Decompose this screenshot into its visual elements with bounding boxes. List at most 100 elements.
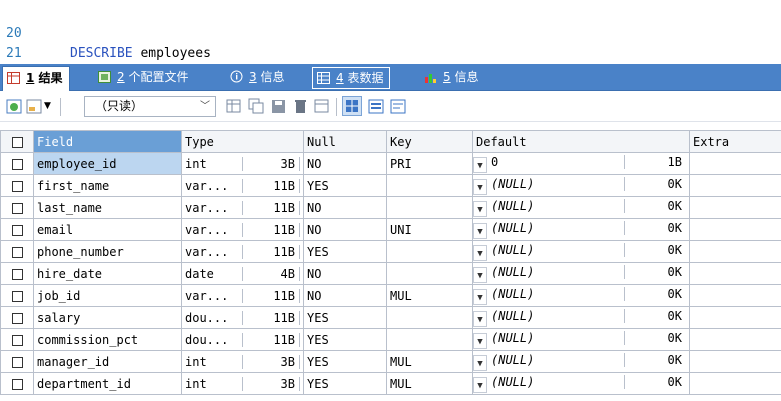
table-row[interactable]: hire_date date 4B NO ▼ (NULL) 0K [0, 262, 781, 285]
chevron-down-icon[interactable]: ▼ [473, 354, 487, 371]
cell-default[interactable]: ▼ (NULL) 0K [472, 218, 690, 241]
row-checkbox[interactable] [0, 372, 34, 395]
column-header-extra[interactable]: Extra [689, 130, 781, 153]
cell-field[interactable]: job_id [33, 284, 182, 307]
cell-field[interactable]: first_name [33, 174, 182, 197]
table-row[interactable]: manager_id int 3B YES MUL ▼ (NULL) 0K [0, 350, 781, 373]
cell-null[interactable]: YES [303, 372, 387, 395]
cell-field[interactable]: salary [33, 306, 182, 329]
duplicate-row-icon[interactable] [248, 98, 265, 115]
chevron-down-icon[interactable]: ▼ [473, 178, 487, 195]
cell-extra[interactable] [689, 284, 781, 307]
cell-type[interactable]: var... 11B [181, 218, 304, 241]
cell-type[interactable]: date 4B [181, 262, 304, 285]
cell-type[interactable]: var... 11B [181, 284, 304, 307]
cell-key[interactable]: PRI [386, 152, 473, 175]
cell-type[interactable]: dou... 11B [181, 306, 304, 329]
cell-field[interactable]: department_id [33, 372, 182, 395]
cell-key[interactable]: MUL [386, 284, 473, 307]
cell-field[interactable]: email [33, 218, 182, 241]
cell-null[interactable]: YES [303, 328, 387, 351]
cell-null[interactable]: NO [303, 152, 387, 175]
cell-key[interactable] [386, 306, 473, 329]
cell-null[interactable]: NO [303, 284, 387, 307]
cell-field[interactable]: employee_id [33, 152, 182, 175]
row-checkbox[interactable] [0, 218, 34, 241]
row-checkbox[interactable] [0, 174, 34, 197]
column-header-null[interactable]: Null [303, 130, 387, 153]
table-row[interactable]: salary dou... 11B YES ▼ (NULL) 0K [0, 306, 781, 329]
table-row[interactable]: last_name var... 11B NO ▼ (NULL) 0K [0, 196, 781, 219]
tab-table-data[interactable]: 4 表数据 [312, 67, 391, 89]
cell-default[interactable]: ▼ (NULL) 0K [472, 262, 690, 285]
code-line[interactable]: 21 [0, 24, 31, 61]
row-checkbox[interactable] [0, 284, 34, 307]
cell-extra[interactable] [689, 240, 781, 263]
chevron-down-icon[interactable]: ▼ [473, 310, 487, 327]
cell-type[interactable]: int 3B [181, 350, 304, 373]
cell-field[interactable]: manager_id [33, 350, 182, 373]
export-icon[interactable] [26, 98, 43, 115]
column-header-default[interactable]: Default [472, 130, 690, 153]
chevron-down-icon[interactable]: ▼ [473, 266, 487, 283]
insert-row-icon[interactable] [226, 98, 243, 115]
grid-view-icon[interactable] [342, 96, 362, 116]
cell-default[interactable]: ▼ (NULL) 0K [472, 350, 690, 373]
cell-extra[interactable] [689, 218, 781, 241]
cell-extra[interactable] [689, 262, 781, 285]
cell-extra[interactable] [689, 152, 781, 175]
cell-key[interactable]: MUL [386, 350, 473, 373]
cell-default[interactable]: ▼ 0 1B [472, 152, 690, 175]
row-checkbox[interactable] [0, 350, 34, 373]
cell-extra[interactable] [689, 328, 781, 351]
tab-profiles[interactable]: 2 个配置文件 [94, 66, 194, 90]
save-icon[interactable] [270, 98, 287, 115]
cell-key[interactable] [386, 174, 473, 197]
cell-key[interactable] [386, 328, 473, 351]
cell-key[interactable] [386, 262, 473, 285]
column-header-key[interactable]: Key [386, 130, 473, 153]
column-header-type[interactable]: Type [181, 130, 304, 153]
cell-null[interactable]: YES [303, 350, 387, 373]
cell-type[interactable]: dou... 11B [181, 328, 304, 351]
chevron-down-icon[interactable]: ▼ [473, 222, 487, 239]
tab-results[interactable]: 1 结果 [2, 66, 70, 91]
cell-field[interactable]: commission_pct [33, 328, 182, 351]
cell-default[interactable]: ▼ (NULL) 0K [472, 372, 690, 395]
cell-key[interactable]: MUL [386, 372, 473, 395]
text-view-icon[interactable] [390, 98, 407, 115]
table-row[interactable]: department_id int 3B YES MUL ▼ (NULL) 0K [0, 372, 781, 395]
cell-extra[interactable] [689, 196, 781, 219]
cell-extra[interactable] [689, 174, 781, 197]
cell-key[interactable] [386, 196, 473, 219]
sql-editor[interactable]: 20 DESCRIBE employees 21 [0, 0, 781, 61]
cell-field[interactable]: phone_number [33, 240, 182, 263]
cell-key[interactable]: UNI [386, 218, 473, 241]
table-row[interactable]: employee_id int 3B NO PRI ▼ 0 1B [0, 152, 781, 175]
cell-type[interactable]: var... 11B [181, 174, 304, 197]
cell-field[interactable]: last_name [33, 196, 182, 219]
table-row[interactable]: job_id var... 11B NO MUL ▼ (NULL) 0K [0, 284, 781, 307]
form-view-icon[interactable] [368, 98, 385, 115]
refresh-icon[interactable] [6, 98, 23, 115]
cell-default[interactable]: ▼ (NULL) 0K [472, 174, 690, 197]
cell-default[interactable]: ▼ (NULL) 0K [472, 306, 690, 329]
cell-null[interactable]: YES [303, 306, 387, 329]
cell-null[interactable]: YES [303, 240, 387, 263]
filter-icon[interactable] [314, 98, 331, 115]
row-checkbox[interactable] [0, 262, 34, 285]
cell-extra[interactable] [689, 350, 781, 373]
cell-type[interactable]: int 3B [181, 152, 304, 175]
column-header-field[interactable]: Field [33, 130, 182, 153]
cell-default[interactable]: ▼ (NULL) 0K [472, 328, 690, 351]
cell-null[interactable]: NO [303, 262, 387, 285]
chevron-down-icon[interactable]: ▼ [473, 332, 487, 349]
chevron-down-icon[interactable]: ▼ [473, 288, 487, 305]
cell-null[interactable]: YES [303, 174, 387, 197]
tab-info-2[interactable]: 5 信息 [420, 66, 484, 90]
table-row[interactable]: commission_pct dou... 11B YES ▼ (NULL) 0K [0, 328, 781, 351]
cell-type[interactable]: int 3B [181, 372, 304, 395]
code-line[interactable]: 20 DESCRIBE employees [0, 4, 211, 61]
select-all-checkbox[interactable] [0, 130, 34, 153]
table-row[interactable]: first_name var... 11B YES ▼ (NULL) 0K [0, 174, 781, 197]
